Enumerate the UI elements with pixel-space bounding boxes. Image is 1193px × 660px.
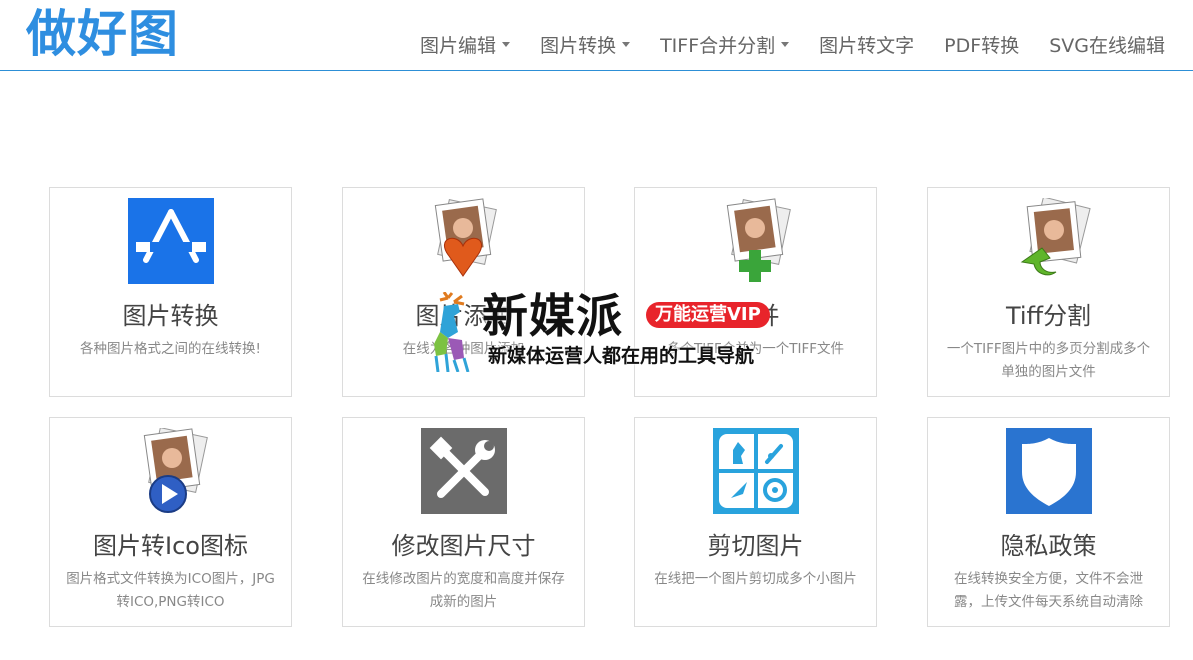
nav-item-svg[interactable]: SVG在线编辑 [1019,30,1165,62]
nav-label: SVG在线编辑 [1049,35,1165,57]
nav-item-image-to-text[interactable]: 图片转文字 [789,30,914,62]
shield-icon [1005,428,1092,514]
card-title: 隐私政策 [1000,532,1097,560]
card-image-convert[interactable]: 图片转换 各种图片格式之间的在线转换! [49,187,292,397]
card-desc: 各种图片格式之间的在线转换! [80,341,261,357]
photo-arrow-icon [1020,198,1091,276]
card-title: 图片添加 [415,302,512,330]
card-title: 图片转换 [122,302,219,330]
nav-item-image-convert[interactable]: 图片转换 [510,30,631,62]
card-title: 修改图片尺寸 [391,532,536,560]
grid-tiles-icon [712,428,799,514]
nav-label: PDF转换 [944,35,1020,57]
card-desc: 在线修改图片的宽度和高度并保存成新的图片 [362,571,565,610]
main-nav: 图片编辑 图片转换 TIFF合并分割 图片转文字 PDF转换 SVG在线编辑 [390,30,1165,62]
nav-label: 图片编辑 [420,35,497,57]
card-image-to-ico[interactable]: 图片转Ico图标 图片格式文件转换为ICO图片，JPG转ICO,PNG转ICO [49,417,292,627]
nav-item-tiff[interactable]: TIFF合并分割 [630,30,790,62]
card-title: Tiff分割 [1005,302,1092,330]
site-header: 做好图 图片编辑 图片转换 TIFF合并分割 图片转文字 PDF转换 SVG在线… [0,0,1193,71]
app-store-icon [127,198,214,284]
tools-icon [420,428,507,514]
nav-label: 图片转文字 [819,35,915,57]
nav-label: 图片转换 [540,35,617,57]
card-image-add[interactable]: 图片添加 在线为各种图片添加 [342,187,585,397]
card-resize[interactable]: 修改图片尺寸 在线修改图片的宽度和高度并保存成新的图片 [342,417,585,627]
card-desc: 一个TIFF图片中的多页分割成多个单独的图片文件 [946,341,1151,380]
card-desc: 多个TIFF合并为一个TIFF文件 [666,341,845,357]
nav-item-image-edit[interactable]: 图片编辑 [390,30,511,62]
card-desc: 图片格式文件转换为ICO图片，JPG转ICO,PNG转ICO [66,571,275,610]
card-tiff-merge[interactable]: 合并 多个TIFF合并为一个TIFF文件 [634,187,877,397]
caret-down-icon [622,42,631,47]
photo-play-icon [143,428,208,513]
nav-label: TIFF合并分割 [660,35,776,57]
card-tiff-split[interactable]: Tiff分割 一个TIFF图片中的多页分割成多个单独的图片文件 [927,187,1170,397]
card-desc: 在线转换安全方便，文件不会泄露，上传文件每天系统自动清除 [954,571,1143,610]
card-title: 图片转Ico图标 [93,532,248,560]
caret-down-icon [502,42,511,47]
card-title: 合并 [731,302,780,330]
caret-down-icon [781,42,790,47]
photo-plus-icon [726,198,791,282]
card-crop[interactable]: 剪切图片 在线把一个图片剪切成多个小图片 [634,417,877,627]
photo-heart-icon [434,198,497,277]
site-logo[interactable]: 做好图 [26,2,179,66]
card-desc: 在线为各种图片添加 [402,341,525,357]
nav-item-pdf[interactable]: PDF转换 [914,30,1019,62]
card-desc: 在线把一个图片剪切成多个小图片 [654,571,857,587]
card-privacy[interactable]: 隐私政策 在线转换安全方便，文件不会泄露，上传文件每天系统自动清除 [927,417,1170,627]
card-title: 剪切图片 [707,532,804,560]
